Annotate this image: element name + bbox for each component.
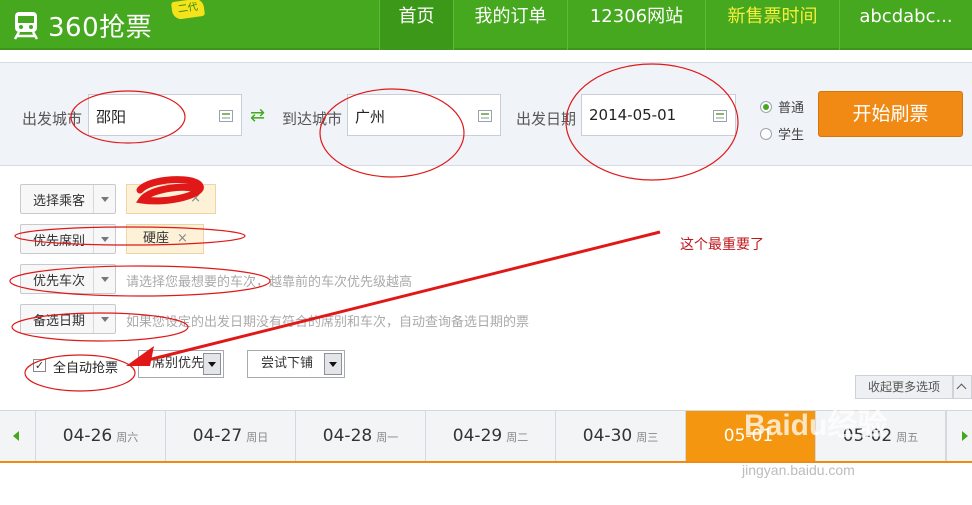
- logo-badge: 二代: [170, 0, 206, 21]
- auto-grab-label[interactable]: 全自动抢票: [53, 357, 118, 376]
- date-label: 出发日期: [516, 110, 577, 128]
- logo-text: 360抢票: [48, 12, 153, 43]
- to-city-value: 广州: [355, 108, 386, 126]
- to-city-label: 到达城市: [282, 110, 343, 128]
- date-tab[interactable]: 04-30 周三: [556, 411, 686, 461]
- city-list-icon[interactable]: [219, 110, 233, 122]
- backup-date-button[interactable]: 备选日期: [20, 304, 116, 334]
- ticket-type-student[interactable]: 学生: [760, 124, 804, 143]
- from-city-value: 邵阳: [96, 108, 127, 126]
- date-tab[interactable]: 04-28 周一: [296, 411, 426, 461]
- priority-select[interactable]: 席别优先: [138, 350, 224, 378]
- date-tab[interactable]: 04-26 周六: [36, 411, 166, 461]
- chevron-down-icon: [203, 353, 221, 375]
- radio-student[interactable]: [760, 127, 772, 140]
- baidu-watermark-url: jingyan.baidu.com: [742, 462, 855, 478]
- auto-grab-checkbox[interactable]: ✓: [33, 359, 46, 372]
- seat-tag[interactable]: 硬座 ×: [126, 224, 204, 254]
- nav-my-orders[interactable]: 我的订单: [453, 0, 567, 50]
- from-city-field[interactable]: 邵阳: [88, 94, 242, 136]
- chevron-down-icon: [93, 305, 115, 333]
- radio-normal[interactable]: [760, 100, 772, 113]
- select-passenger-button[interactable]: 选择乘客: [20, 184, 116, 214]
- chevron-down-icon: [93, 265, 115, 293]
- annotation-note: 这个最重要了: [680, 237, 764, 253]
- chevron-up-icon[interactable]: [953, 375, 972, 399]
- close-icon[interactable]: ×: [190, 185, 201, 213]
- search-panel: 出发城市 邵阳 ⇄ 到达城市 广州 出发日期 2014-05-01 普通 学生 …: [0, 62, 972, 166]
- prev-dates-icon[interactable]: [0, 411, 36, 461]
- seat-priority-button[interactable]: 优先席别: [20, 224, 116, 254]
- passenger-tag[interactable]: ×: [126, 184, 216, 214]
- date-value: 2014-05-01: [589, 106, 677, 124]
- to-city-field[interactable]: 广州: [347, 94, 501, 136]
- date-tab[interactable]: 04-29 周二: [426, 411, 556, 461]
- nav-new-sale-time[interactable]: 新售票时间: [705, 0, 839, 50]
- ticket-type-normal[interactable]: 普通: [760, 97, 804, 116]
- baidu-watermark: Baidu经验: [744, 409, 888, 442]
- backup-date-hint: 如果您设定的出发日期没有符合的席别和车次，自动查询备选日期的票: [126, 315, 530, 330]
- chevron-down-icon: [93, 185, 115, 213]
- main-nav: 首页 我的订单 12306网站 新售票时间 abcdabc...: [379, 0, 972, 50]
- berth-select[interactable]: 尝试下铺: [247, 350, 345, 378]
- collapse-options-button[interactable]: 收起更多选项: [855, 375, 953, 399]
- chevron-down-icon: [324, 353, 342, 375]
- annotation-arrow-line: [139, 230, 661, 364]
- close-icon[interactable]: ×: [177, 231, 188, 246]
- from-city-label: 出发城市: [22, 110, 83, 128]
- chevron-down-icon: [93, 225, 115, 253]
- start-refresh-button[interactable]: 开始刷票: [818, 91, 963, 137]
- date-field[interactable]: 2014-05-01: [581, 94, 736, 136]
- nav-home[interactable]: 首页: [379, 0, 453, 50]
- swap-cities-icon[interactable]: ⇄: [250, 105, 265, 126]
- date-tab[interactable]: 04-27 周日: [166, 411, 296, 461]
- city-list-icon[interactable]: [478, 110, 492, 122]
- train-hint: 请选择您最想要的车次，越靠前的车次优先级越高: [126, 275, 413, 290]
- top-header: 360抢票 二代 首页 我的订单 12306网站 新售票时间 abcdabc..…: [0, 0, 972, 50]
- train-icon: [13, 12, 39, 40]
- nav-user-account[interactable]: abcdabc...: [839, 0, 972, 50]
- train-priority-button[interactable]: 优先车次: [20, 264, 116, 294]
- next-dates-icon[interactable]: [946, 411, 972, 461]
- calendar-icon[interactable]: [713, 110, 727, 122]
- logo[interactable]: 360抢票 二代: [10, 0, 206, 44]
- nav-12306[interactable]: 12306网站: [567, 0, 705, 50]
